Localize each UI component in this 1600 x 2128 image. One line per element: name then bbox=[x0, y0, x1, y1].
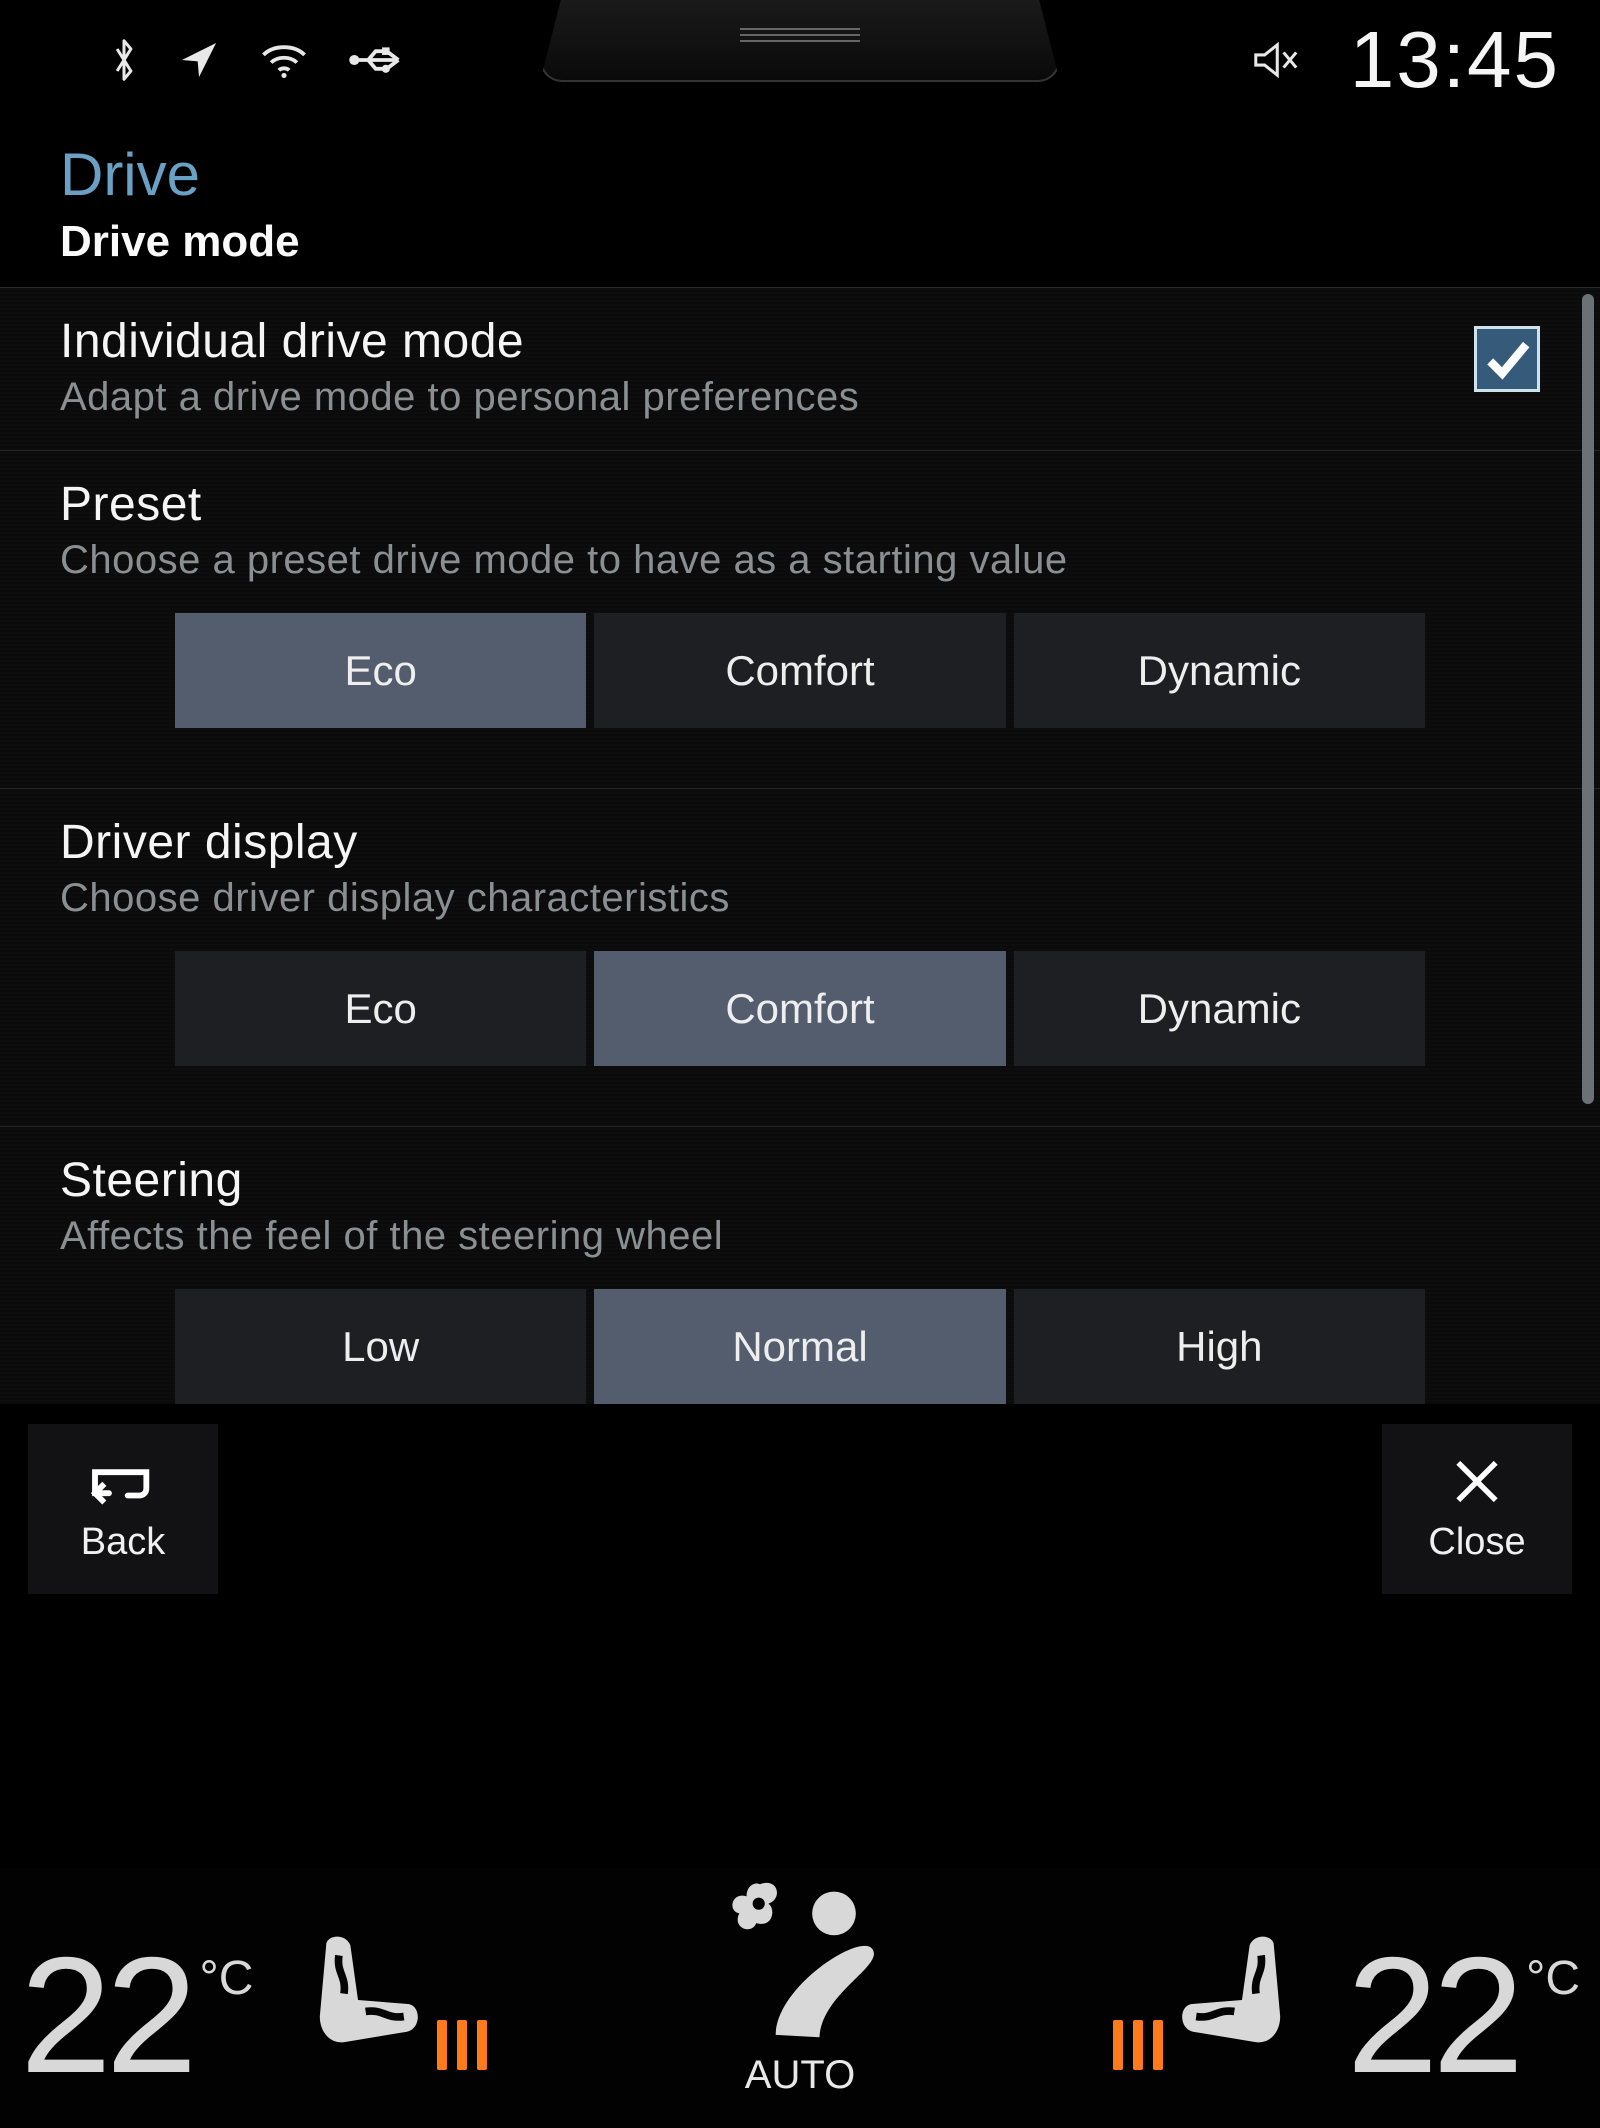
seat-icon bbox=[1177, 1930, 1307, 2070]
nav-buttons: Back Close bbox=[0, 1404, 1600, 1604]
row-title: Driver display bbox=[60, 815, 1540, 870]
settings-list: Individual drive mode Adapt a drive mode… bbox=[0, 288, 1600, 1404]
breadcrumb[interactable]: Drive bbox=[60, 140, 1540, 209]
preset-option-comfort[interactable]: Comfort bbox=[594, 613, 1005, 728]
row-desc: Choose a preset drive mode to have as a … bbox=[60, 538, 1540, 583]
page-header: Drive Drive mode bbox=[0, 120, 1600, 288]
climate-bar: 22 °C AUTO bbox=[0, 1868, 1600, 2128]
row-preset: Preset Choose a preset drive mode to hav… bbox=[0, 451, 1600, 789]
preset-option-eco[interactable]: Eco bbox=[175, 613, 586, 728]
row-desc: Adapt a drive mode to personal preferenc… bbox=[60, 375, 859, 420]
row-individual-drive-mode[interactable]: Individual drive mode Adapt a drive mode… bbox=[0, 288, 1600, 451]
clock: 13:45 bbox=[1350, 14, 1560, 106]
preset-option-dynamic[interactable]: Dynamic bbox=[1014, 613, 1425, 728]
display-option-comfort[interactable]: Comfort bbox=[594, 951, 1005, 1066]
steering-option-low[interactable]: Low bbox=[175, 1289, 586, 1404]
close-icon bbox=[1442, 1454, 1512, 1509]
row-title: Individual drive mode bbox=[60, 314, 859, 369]
steering-option-high[interactable]: High bbox=[1014, 1289, 1425, 1404]
bluetooth-icon bbox=[110, 38, 138, 82]
display-option-dynamic[interactable]: Dynamic bbox=[1014, 951, 1425, 1066]
row-steering: Steering Affects the feel of the steerin… bbox=[0, 1127, 1600, 1404]
steering-segmented: Low Normal High bbox=[175, 1289, 1425, 1404]
individual-checkbox[interactable] bbox=[1474, 326, 1540, 392]
heat-level-bars bbox=[437, 2020, 487, 2070]
back-button[interactable]: Back bbox=[28, 1424, 218, 1594]
steering-option-normal[interactable]: Normal bbox=[594, 1289, 1005, 1404]
back-icon bbox=[88, 1454, 158, 1509]
right-seat-heater[interactable] bbox=[1113, 1930, 1307, 2070]
display-option-eco[interactable]: Eco bbox=[175, 951, 586, 1066]
close-button[interactable]: Close bbox=[1382, 1424, 1572, 1594]
status-bar: 13:45 bbox=[0, 0, 1600, 120]
row-driver-display: Driver display Choose driver display cha… bbox=[0, 789, 1600, 1127]
usb-icon bbox=[348, 43, 406, 77]
fan-person-icon bbox=[700, 1877, 900, 2047]
pull-down-handle[interactable] bbox=[540, 0, 1060, 82]
row-title: Preset bbox=[60, 477, 1540, 532]
wifi-icon bbox=[260, 42, 308, 78]
climate-mode[interactable]: AUTO bbox=[527, 1877, 1072, 2098]
left-temp[interactable]: 22 °C bbox=[20, 1933, 253, 2098]
preset-segmented: Eco Comfort Dynamic bbox=[175, 613, 1425, 728]
row-desc: Affects the feel of the steering wheel bbox=[60, 1214, 1540, 1259]
row-title: Steering bbox=[60, 1153, 1540, 1208]
seat-icon bbox=[293, 1930, 423, 2070]
display-segmented: Eco Comfort Dynamic bbox=[175, 951, 1425, 1066]
left-seat-heater[interactable] bbox=[293, 1930, 487, 2070]
row-desc: Choose driver display characteristics bbox=[60, 876, 1540, 921]
location-icon bbox=[178, 39, 220, 81]
page-title: Drive mode bbox=[60, 217, 1540, 267]
scrollbar[interactable] bbox=[1582, 294, 1594, 1104]
mute-icon bbox=[1252, 40, 1300, 80]
heat-level-bars bbox=[1113, 2020, 1163, 2070]
right-temp[interactable]: 22 °C bbox=[1347, 1933, 1580, 2098]
